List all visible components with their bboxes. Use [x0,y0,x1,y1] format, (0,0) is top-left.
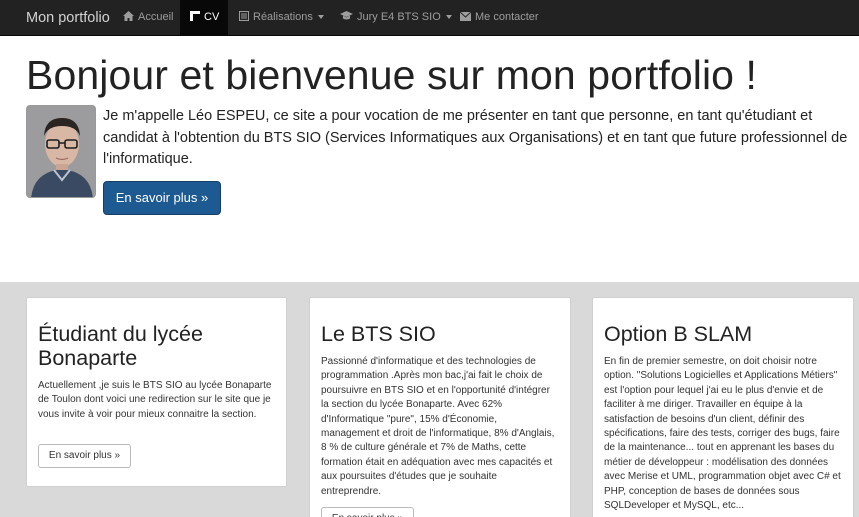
top-navbar: Mon portfolio Accueil CV Réalisations Ju… [0,0,859,36]
hero-more-button[interactable]: En savoir plus » [103,181,221,215]
nav-item-accueil[interactable]: Accueil [123,0,173,35]
nav-item-jury[interactable]: Jury E4 BTS SIO [340,0,452,35]
graduation-cap-icon [340,0,353,35]
chevron-down-icon [317,15,324,20]
chevron-down-icon [445,15,452,20]
hero-section: Bonjour et bienvenue sur mon portfolio !… [0,36,859,282]
page-title: Bonjour et bienvenue sur mon portfolio ! [26,52,758,98]
nav-item-label: Réalisations [253,11,313,23]
brand-link[interactable]: Mon portfolio [26,0,110,36]
cv-icon [190,0,200,35]
card-lycee: Étudiant du lycée Bonaparte Actuellement… [26,297,287,487]
card-title: Le BTS SIO [321,322,436,346]
nav-item-label: Accueil [138,11,174,23]
card-more-button[interactable]: En savoir plus » [321,507,414,517]
nav-item-label: Me contacter [475,11,539,23]
card-title: Option B SLAM [604,322,753,346]
nav-item-cv[interactable]: CV [180,0,228,35]
card-text: Passionné d'informatique et des technolo… [321,356,555,497]
card-text: Actuellement ,je suis le BTS SIO au lycé… [38,380,272,420]
nav-item-realisations[interactable]: Réalisations [239,0,324,35]
card-option-slam: Option B SLAM En fin de premier semestre… [592,297,854,517]
card-text: En fin de premier semestre, on doit choi… [604,356,841,512]
home-icon [123,0,134,35]
nav-item-label: CV [204,11,220,23]
nav-item-contact[interactable]: Me contacter [459,0,539,35]
card-title: Étudiant du lycée Bonaparte [38,322,203,370]
envelope-icon [459,0,472,35]
card-more-button[interactable]: En savoir plus » [38,444,131,468]
list-icon [239,0,249,35]
avatar [26,105,96,198]
nav-item-label: Jury E4 BTS SIO [357,11,441,23]
card-bts-sio: Le BTS SIO Passionné d'informatique et d… [309,297,571,517]
intro-text: Je m'appelle Léo ESPEU, ce site a pour v… [103,108,848,167]
